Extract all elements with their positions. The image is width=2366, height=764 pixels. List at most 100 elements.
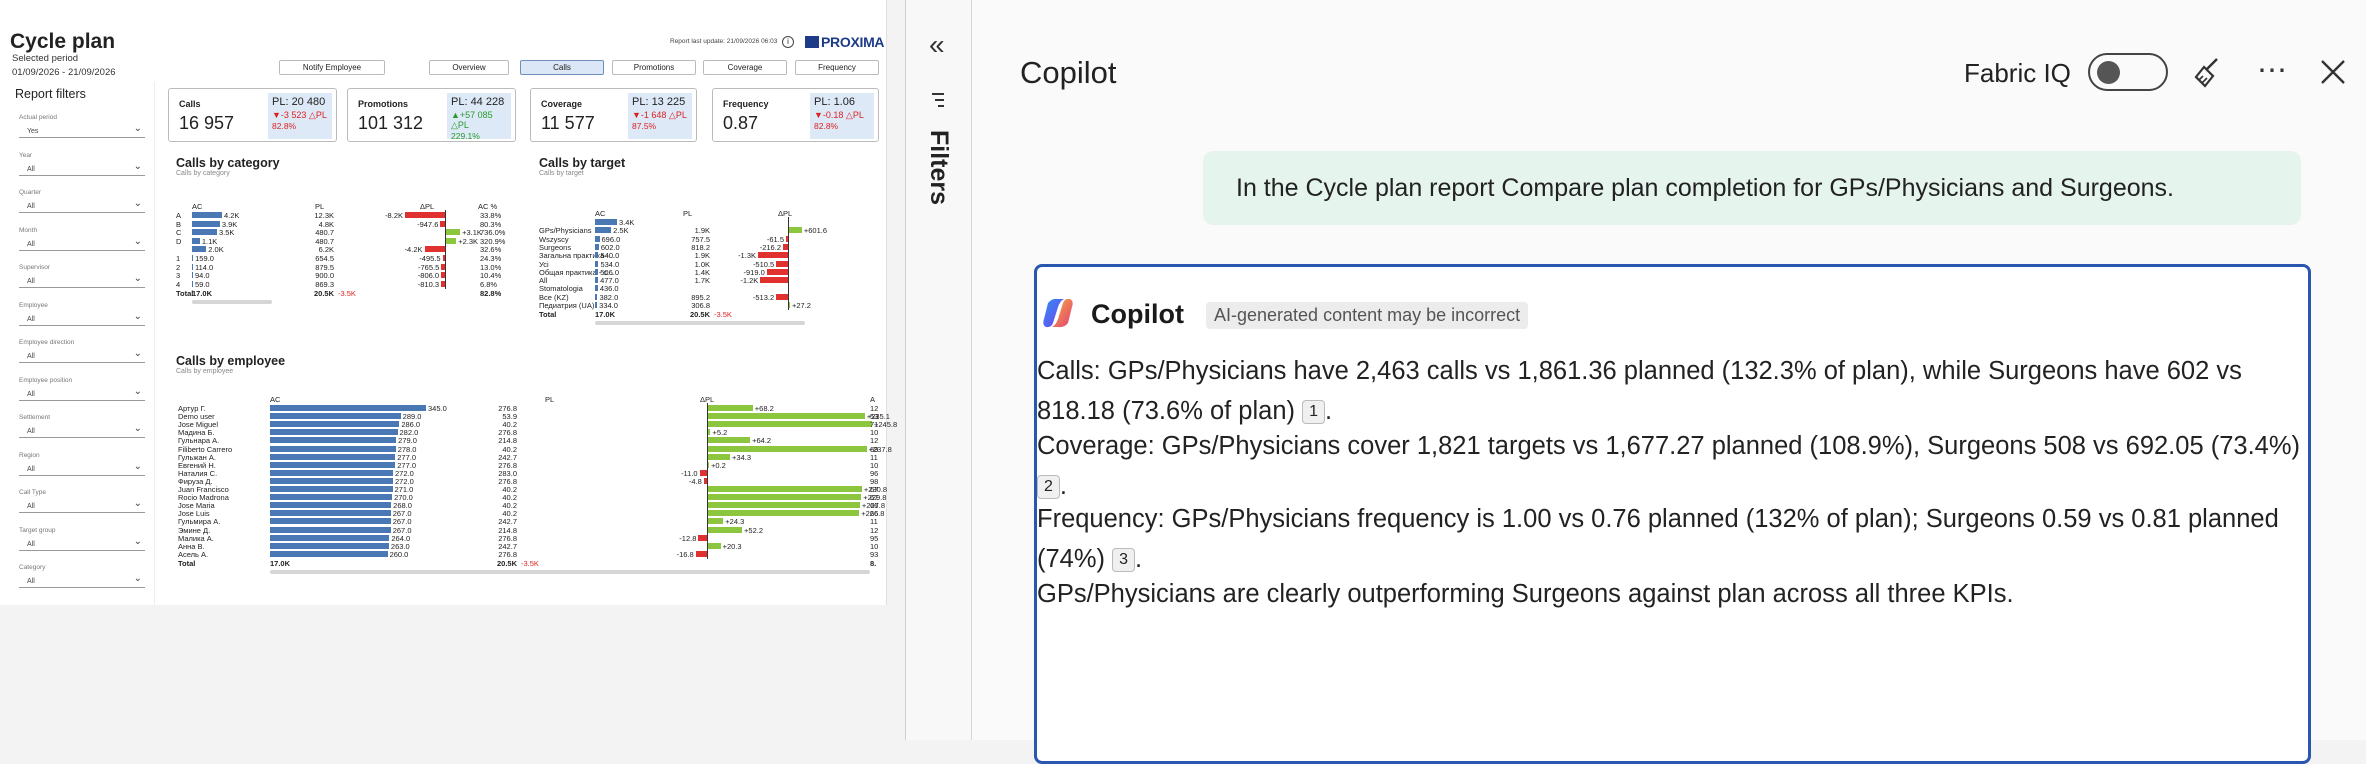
filter-dropdown[interactable]: All	[19, 385, 145, 401]
ac-bar[interactable]	[270, 421, 400, 428]
ac-bar[interactable]	[595, 277, 599, 284]
filter-dropdown[interactable]: All	[19, 460, 145, 476]
delta-bar-positive[interactable]	[707, 437, 751, 444]
ac-bar[interactable]	[192, 237, 200, 244]
delta-bar-negative[interactable]	[776, 293, 788, 300]
delta-bar-negative[interactable]	[405, 212, 445, 218]
ac-bar[interactable]	[270, 413, 401, 420]
nav-button-overview[interactable]: Overview	[429, 60, 509, 75]
horizontal-scrollbar[interactable]	[270, 569, 870, 574]
ac-bar[interactable]	[270, 542, 389, 549]
delta-bar-negative[interactable]	[776, 260, 788, 267]
more-options-icon[interactable]: ⋯	[2257, 56, 2289, 86]
ac-bar[interactable]	[595, 293, 598, 300]
ac-bar[interactable]	[595, 252, 599, 259]
ac-bar[interactable]	[270, 550, 388, 557]
ac-bar[interactable]	[270, 453, 396, 460]
ac-bar[interactable]	[270, 494, 393, 501]
delta-bar-positive[interactable]	[707, 510, 860, 517]
ac-bar[interactable]	[192, 255, 194, 261]
double-chevron-left-icon[interactable]: «	[929, 30, 945, 60]
delta-bar-positive[interactable]	[788, 227, 802, 234]
delta-bar-positive[interactable]	[707, 542, 721, 549]
close-icon[interactable]	[2318, 57, 2348, 87]
info-icon[interactable]: i	[782, 36, 794, 48]
nav-button-notify-employee[interactable]: Notify Employee	[279, 60, 385, 75]
ac-bar[interactable]	[270, 437, 397, 444]
ac-bar[interactable]	[270, 445, 396, 452]
delta-bar-positive[interactable]	[707, 445, 867, 452]
ac-bar[interactable]	[192, 220, 220, 227]
ac-bar[interactable]	[595, 227, 612, 234]
delta-bar-positive[interactable]	[445, 229, 461, 236]
ac-bar[interactable]	[595, 285, 598, 292]
filter-dropdown[interactable]: All	[19, 422, 145, 438]
delta-bar-positive[interactable]	[707, 502, 860, 509]
delta-bar-positive[interactable]	[707, 526, 743, 533]
filter-dropdown[interactable]: All	[19, 310, 145, 326]
delta-bar-positive[interactable]	[707, 486, 862, 492]
delta-bar-negative[interactable]	[699, 469, 707, 476]
delta-bar-negative[interactable]	[760, 277, 788, 284]
filter-dropdown[interactable]: All	[19, 497, 145, 513]
delta-bar-positive[interactable]	[707, 494, 862, 501]
citation-chip[interactable]: 2	[1037, 475, 1060, 499]
ac-bar[interactable]	[192, 246, 207, 253]
broom-icon[interactable]	[2193, 55, 2227, 89]
delta-bar-positive[interactable]	[707, 518, 724, 525]
ac-bar[interactable]	[270, 477, 393, 484]
ac-bar[interactable]	[270, 486, 393, 492]
citation-chip[interactable]: 1	[1302, 400, 1326, 424]
ac-bar[interactable]	[595, 219, 617, 225]
delta-bar-positive[interactable]	[445, 237, 457, 244]
delta-bar-negative[interactable]	[698, 534, 707, 541]
ac-bar[interactable]	[270, 461, 396, 468]
ac-bar[interactable]	[192, 212, 222, 218]
column-header: PL	[315, 202, 325, 211]
ac-bar[interactable]	[270, 502, 392, 509]
delta-bar-negative[interactable]	[758, 252, 788, 259]
ac-bar[interactable]	[595, 235, 600, 242]
ac-bar[interactable]	[270, 510, 391, 517]
fabric-iq-toggle[interactable]	[2088, 53, 2168, 91]
filter-dropdown[interactable]: All	[19, 535, 145, 551]
delta-bar-positive[interactable]	[707, 421, 872, 428]
delta-bar-negative[interactable]	[424, 246, 445, 253]
ac-bar[interactable]	[192, 280, 193, 287]
ac-bar[interactable]	[595, 268, 599, 275]
delta-bar-negative[interactable]	[766, 268, 788, 275]
nav-button-coverage[interactable]: Coverage	[703, 60, 787, 75]
filters-label[interactable]: Filters	[924, 130, 953, 205]
ac-bar[interactable]	[270, 469, 393, 476]
ac-bar[interactable]	[595, 243, 599, 250]
ac-bar[interactable]	[270, 518, 391, 525]
ac-bar[interactable]	[270, 526, 391, 533]
citation-chip[interactable]: 3	[1112, 548, 1136, 572]
filter-dropdown[interactable]: All	[19, 272, 145, 288]
ac-bar[interactable]	[192, 272, 193, 279]
horizontal-scrollbar[interactable]	[192, 300, 272, 305]
delta-bar-positive[interactable]	[707, 413, 865, 420]
ac-bar[interactable]	[270, 534, 390, 541]
delta-bar-positive[interactable]	[707, 405, 753, 411]
delta-bar-positive[interactable]	[707, 453, 731, 460]
ac-bar[interactable]	[192, 263, 193, 270]
filter-dropdown[interactable]: Yes	[19, 122, 145, 138]
column-header: PL	[683, 209, 693, 218]
ac-bar[interactable]	[595, 302, 598, 308]
filters-rail[interactable]: « Filters	[906, 0, 972, 740]
ac-bar[interactable]	[270, 405, 426, 411]
ac-bar[interactable]	[595, 260, 599, 267]
filter-dropdown[interactable]: All	[19, 160, 145, 176]
ac-bar[interactable]	[270, 429, 398, 436]
nav-button-promotions[interactable]: Promotions	[612, 60, 696, 75]
filter-dropdown[interactable]: All	[19, 347, 145, 363]
horizontal-scrollbar[interactable]	[595, 321, 805, 326]
nav-button-calls[interactable]: Calls	[520, 60, 604, 75]
filter-dropdown[interactable]: All	[19, 235, 145, 251]
filter-dropdown[interactable]: All	[19, 197, 145, 213]
delta-bar-negative[interactable]	[695, 550, 707, 557]
filter-dropdown[interactable]: All	[19, 572, 145, 588]
nav-button-frequency[interactable]: Frequency	[795, 60, 879, 75]
ac-bar[interactable]	[192, 229, 217, 236]
